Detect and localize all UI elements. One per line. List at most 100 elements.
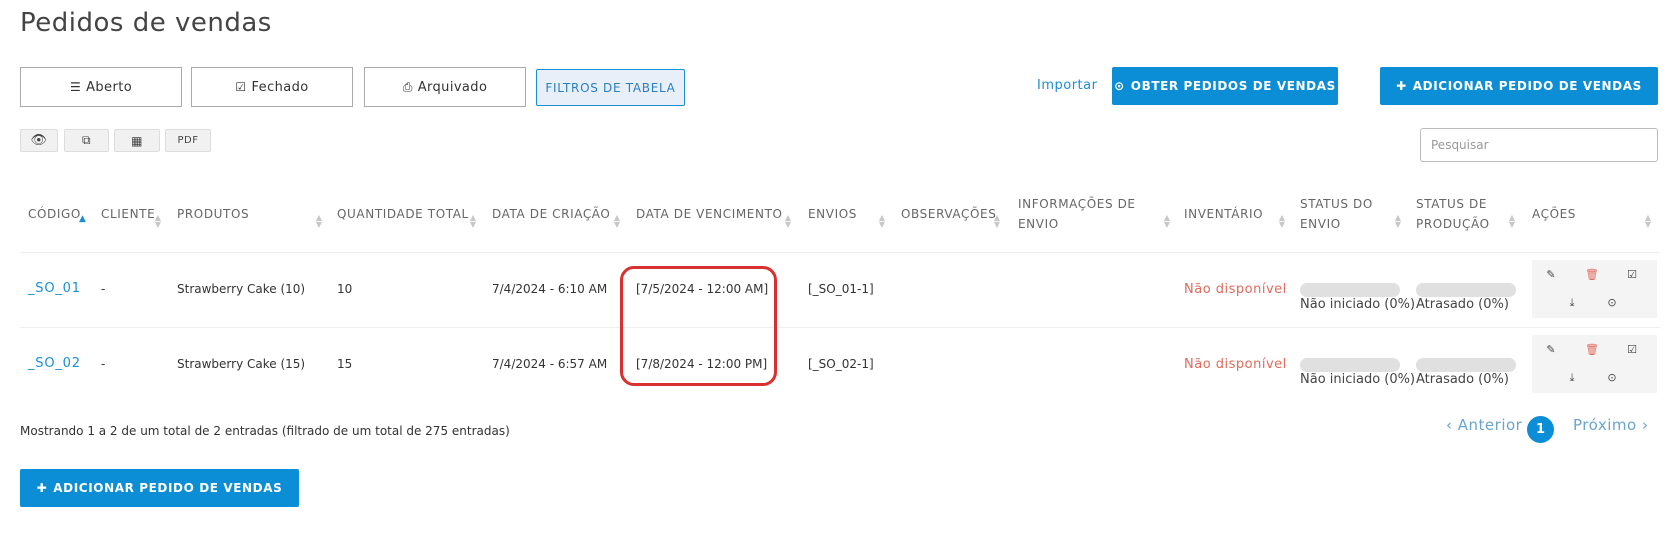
- col-header-notes[interactable]: OBSERVAÇÕES: [901, 204, 996, 224]
- copy-icon: ⧉: [81, 133, 92, 147]
- check-square-icon[interactable]: ☑: [1624, 343, 1640, 356]
- trash-icon[interactable]: 🗑: [1584, 343, 1600, 356]
- sort-icon[interactable]: ▲ ▼: [613, 214, 621, 229]
- sort-icon[interactable]: ▲ ▼: [1644, 214, 1652, 229]
- inventory-status: Não disponível: [1184, 282, 1287, 297]
- sort-icon[interactable]: ▲ ▼: [1394, 214, 1402, 229]
- page-number[interactable]: 1: [1527, 416, 1554, 443]
- search-input[interactable]: [1420, 128, 1658, 162]
- inbox-icon: ⎙: [402, 79, 413, 94]
- pdf-button[interactable]: PDF: [165, 129, 211, 152]
- get-sales-orders-label: OBTER PEDIDOS DE VENDAS: [1130, 79, 1336, 93]
- prod-status-text: Atrasado (0%): [1416, 297, 1509, 312]
- header-divider: [20, 252, 1660, 253]
- prod-progress-bar: [1416, 358, 1516, 372]
- check-square-icon: ☑: [235, 80, 247, 94]
- shipments-cell[interactable]: [_SO_02-1]: [808, 357, 874, 371]
- trash-icon[interactable]: 🗑: [1584, 268, 1600, 281]
- pager-next-label: Próximo: [1573, 416, 1637, 434]
- sort-icon[interactable]: ▲ ▼: [1508, 214, 1516, 229]
- col-header-ship-status-line2: ENVIO: [1300, 217, 1341, 231]
- products-cell: Strawberry Cake (15): [177, 357, 306, 371]
- sort-icon[interactable]: ▲ ▼: [154, 214, 162, 229]
- circle-arrow-icon: ⊙: [1114, 79, 1125, 93]
- edit-icon[interactable]: ✎: [1543, 343, 1559, 356]
- inventory-status: Não disponível: [1184, 357, 1287, 372]
- add-sales-order-button[interactable]: ✚ ADICIONAR PEDIDO DE VENDAS: [1380, 67, 1658, 105]
- total-qty-cell: 10: [337, 282, 353, 296]
- tab-fechado[interactable]: ☑ Fechado: [191, 67, 353, 107]
- plus-icon: ✚: [1396, 79, 1407, 93]
- pager-previous[interactable]: ‹ Anterior: [1446, 416, 1522, 434]
- add-sales-order-bottom-label: ADICIONAR PEDIDO DE VENDAS: [53, 481, 283, 495]
- sort-icon[interactable]: ▲ ▼: [1278, 214, 1286, 229]
- pager-previous-label: Anterior: [1457, 416, 1523, 434]
- table-icon: ▦: [131, 133, 143, 148]
- col-header-ship-info-line2: ENVIO: [1018, 217, 1059, 231]
- add-sales-order-label: ADICIONAR PEDIDO DE VENDAS: [1412, 79, 1642, 93]
- actions-group: ✎ 🗑 ☑ ⤓ ⊙: [1532, 335, 1657, 393]
- visibility-button[interactable]: 👁: [20, 129, 58, 152]
- import-link[interactable]: Importar: [1037, 78, 1097, 93]
- sort-icon[interactable]: ▲ ▼: [1163, 214, 1171, 229]
- edit-icon[interactable]: ✎: [1543, 268, 1559, 281]
- col-header-client[interactable]: CLIENTE: [101, 204, 155, 224]
- plus-icon: ✚: [36, 481, 48, 495]
- tab-arquivado-label: Arquivado: [417, 79, 488, 95]
- get-sales-orders-button[interactable]: ⊙ OBTER PEDIDOS DE VENDAS: [1112, 67, 1338, 105]
- ship-status-text: Não iniciado (0%): [1300, 372, 1416, 387]
- tab-aberto-label: Aberto: [86, 79, 133, 95]
- page-title: Pedidos de vendas: [20, 8, 272, 38]
- ship-progress-bar: [1300, 358, 1400, 372]
- created-cell: 7/4/2024 - 6:10 AM: [492, 282, 608, 296]
- ship-progress-bar: [1300, 283, 1400, 297]
- pager-next[interactable]: Próximo ›: [1573, 416, 1648, 434]
- prod-progress-bar: [1416, 283, 1516, 297]
- clock-icon[interactable]: ⊙: [1604, 296, 1620, 309]
- order-code-link[interactable]: _SO_01: [28, 281, 81, 296]
- sort-icon[interactable]: ▲ ▼: [315, 214, 323, 229]
- col-header-code[interactable]: CÓDIGO: [28, 204, 81, 224]
- col-header-actions: AÇÕES: [1532, 207, 1577, 221]
- check-square-icon[interactable]: ☑: [1624, 268, 1640, 281]
- sort-icon[interactable]: ▲ ▼: [878, 214, 886, 229]
- shipments-cell[interactable]: [_SO_01-1]: [808, 282, 874, 296]
- eye-icon: 👁: [30, 133, 48, 148]
- tab-aberto[interactable]: ☰ Aberto: [20, 67, 182, 107]
- col-header-ship-info-line1: INFORMAÇÕES DE: [1018, 197, 1136, 211]
- clock-icon[interactable]: ⊙: [1604, 371, 1620, 384]
- tab-arquivado[interactable]: ⎙ Arquivado: [364, 67, 526, 107]
- download-icon[interactable]: ⤓: [1564, 371, 1580, 385]
- prod-status-text: Atrasado (0%): [1416, 372, 1509, 387]
- sort-asc-icon[interactable]: ▲: [79, 214, 86, 224]
- sort-icon[interactable]: ▲ ▼: [993, 214, 1001, 229]
- copy-button[interactable]: ⧉: [64, 129, 109, 152]
- ship-status-text: Não iniciado (0%): [1300, 297, 1416, 312]
- col-header-products[interactable]: PRODUTOS: [177, 204, 249, 224]
- table-filters-button[interactable]: FILTROS DE TABELA: [536, 69, 685, 106]
- col-header-inventory[interactable]: INVENTÁRIO: [1184, 204, 1263, 224]
- sort-icon[interactable]: ▲ ▼: [784, 214, 792, 229]
- table-info: Mostrando 1 a 2 de um total de 2 entrada…: [20, 424, 510, 438]
- due-date-highlight: [620, 266, 777, 386]
- chevron-left-icon: ‹: [1446, 416, 1453, 434]
- col-header-prod-status-line2: PRODUÇÃO: [1416, 217, 1490, 231]
- sort-icon[interactable]: ▲ ▼: [469, 214, 477, 229]
- actions-group: ✎ 🗑 ☑ ⤓ ⊙: [1532, 260, 1657, 318]
- chevron-right-icon: ›: [1641, 416, 1649, 434]
- total-qty-cell: 15: [337, 357, 353, 371]
- order-code-link[interactable]: _SO_02: [28, 356, 81, 371]
- col-header-total-qty[interactable]: QUANTIDADE TOTAL: [337, 204, 469, 224]
- download-icon[interactable]: ⤓: [1564, 296, 1580, 310]
- excel-button[interactable]: ▦: [114, 129, 160, 152]
- col-header-shipments[interactable]: ENVIOS: [808, 204, 857, 224]
- products-cell: Strawberry Cake (10): [177, 282, 306, 296]
- add-sales-order-bottom-button[interactable]: ✚ ADICIONAR PEDIDO DE VENDAS: [20, 469, 299, 507]
- col-header-ship-status-line1: STATUS DO: [1300, 197, 1373, 211]
- col-header-prod-status-line1: STATUS DE: [1416, 197, 1488, 211]
- col-header-due[interactable]: DATA DE VENCIMENTO: [636, 204, 783, 224]
- row-divider: [20, 327, 1660, 328]
- tab-fechado-label: Fechado: [251, 79, 309, 95]
- created-cell: 7/4/2024 - 6:57 AM: [492, 357, 608, 371]
- col-header-created[interactable]: DATA DE CRIAÇÃO: [492, 204, 610, 224]
